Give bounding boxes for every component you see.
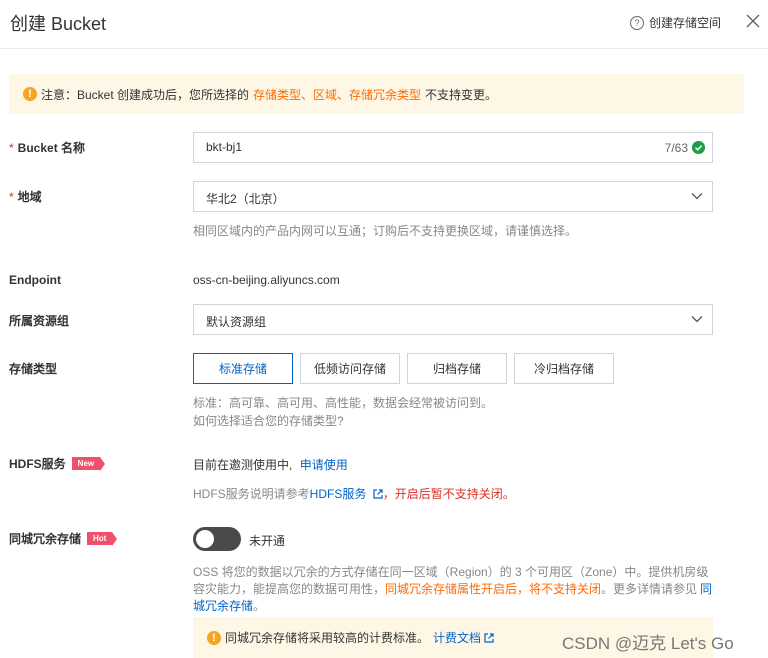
required-mark: * <box>9 140 14 155</box>
close-icon[interactable] <box>745 13 761 29</box>
zr-desc-middle: 。更多详情请参见 <box>601 582 698 596</box>
help-link[interactable]: ? 创建存储空间 <box>630 14 721 31</box>
required-mark: * <box>9 189 14 204</box>
notice-highlight: 存储类型、区域、存储冗余类型 <box>253 87 422 102</box>
bucket-name-input[interactable] <box>206 140 626 154</box>
billing-note-text: 同城冗余存储将采用较高的计费标准。 <box>225 631 430 645</box>
hdfs-status: 目前在邀测使用中, 申请使用 <box>193 456 348 473</box>
storage-type-hint: 标准：高可靠、高可用、高性能，数据会经常被访问到。 <box>193 396 494 410</box>
new-badge: New <box>71 457 106 471</box>
hdfs-status-text: 目前在邀测使用中, <box>193 458 293 472</box>
zone-redundancy-description: OSS 将您的数据以冗余的方式存储在同一区域（Region）的 3 个可用区（Z… <box>193 564 715 615</box>
region-value: 华北2（北京） <box>206 192 285 206</box>
chevron-down-icon <box>691 193 703 200</box>
question-circle-icon: ? <box>630 15 644 30</box>
zone-redundancy-toggle[interactable] <box>193 527 241 551</box>
zr-desc-end: 。 <box>253 599 266 613</box>
endpoint-label: Endpoint <box>9 273 61 287</box>
zr-desc-highlight: 同城冗余存储属性开启后，将不支持关闭 <box>385 582 602 596</box>
hdfs-label-text: HDFS服务 <box>9 457 66 471</box>
chevron-down-icon <box>691 316 703 323</box>
region-label-text: 地域 <box>17 190 42 204</box>
notice-banner: ! 注意：Bucket 创建成功后，您所选择的 存储类型、区域、存储冗余类型 不… <box>9 74 744 114</box>
bucket-name-label-text: Bucket 名称 <box>17 141 86 155</box>
external-link-icon[interactable] <box>373 489 383 499</box>
external-link-icon[interactable] <box>484 632 494 643</box>
warning-icon: ! <box>23 87 37 101</box>
hot-badge: Hot <box>87 532 118 546</box>
resource-group-select[interactable]: 默认资源组 <box>193 304 713 335</box>
hdfs-desc-suffix: ，开启后暂不支持关闭。 <box>382 487 515 501</box>
hdfs-doc-link[interactable]: HDFS服务 <box>310 487 367 501</box>
region-select[interactable]: 华北2（北京） <box>193 181 713 212</box>
region-label: * 地域 <box>9 188 42 205</box>
storage-type-archive-button[interactable]: 归档存储 <box>407 353 507 384</box>
bucket-name-field[interactable]: 7/63 <box>193 132 713 163</box>
watermark: CSDN @迈克 Let's Go <box>562 634 734 653</box>
storage-type-ia-button[interactable]: 低频访问存储 <box>300 353 400 384</box>
hdfs-desc-prefix: HDFS服务说明请参考 <box>193 487 310 501</box>
bucket-name-label: * Bucket 名称 <box>9 139 85 156</box>
storage-type-help-link[interactable]: 如何选择适合您的存储类型? <box>193 412 344 430</box>
endpoint-value: oss-cn-beijing.aliyuncs.com <box>193 273 340 287</box>
page-title: 创建 Bucket <box>10 14 107 34</box>
zone-redundancy-label-text: 同城冗余存储 <box>9 532 82 546</box>
storage-type-standard-button[interactable]: 标准存储 <box>193 353 293 384</box>
resource-group-value: 默认资源组 <box>206 315 267 329</box>
notice-prefix: 注意：Bucket 创建成功后，您所选择的 <box>41 87 250 102</box>
zone-redundancy-status: 未开通 <box>249 534 286 548</box>
notice-suffix: 不支持变更。 <box>425 87 498 102</box>
hdfs-apply-link[interactable]: 申请使用 <box>300 458 348 472</box>
hdfs-description: HDFS服务说明请参考HDFS服务 ，开启后暂不支持关闭。 <box>193 485 515 503</box>
check-circle-icon <box>692 141 705 154</box>
storage-type-label: 存储类型 <box>9 362 58 376</box>
billing-doc-link[interactable]: 计费文档 <box>433 629 481 646</box>
storage-type-cold-archive-button[interactable]: 冷归档存储 <box>514 353 614 384</box>
toggle-knob <box>196 530 214 548</box>
resource-group-label: 所属资源组 <box>9 314 70 328</box>
help-label: 创建存储空间 <box>649 16 722 30</box>
char-counter: 7/63 <box>664 141 688 155</box>
region-hint: 相同区域内的产品内网可以互通；订购后不支持更换区域，请谨慎选择。 <box>193 224 578 238</box>
drawer-header: 创建 Bucket ? 创建存储空间 <box>0 0 768 49</box>
warning-icon: ! <box>207 630 221 645</box>
storage-type-group: 标准存储 低频访问存储 归档存储 冷归档存储 <box>193 353 621 384</box>
zone-redundancy-label: 同城冗余存储 Hot <box>9 530 118 547</box>
hdfs-label: HDFS服务 New <box>9 455 106 472</box>
